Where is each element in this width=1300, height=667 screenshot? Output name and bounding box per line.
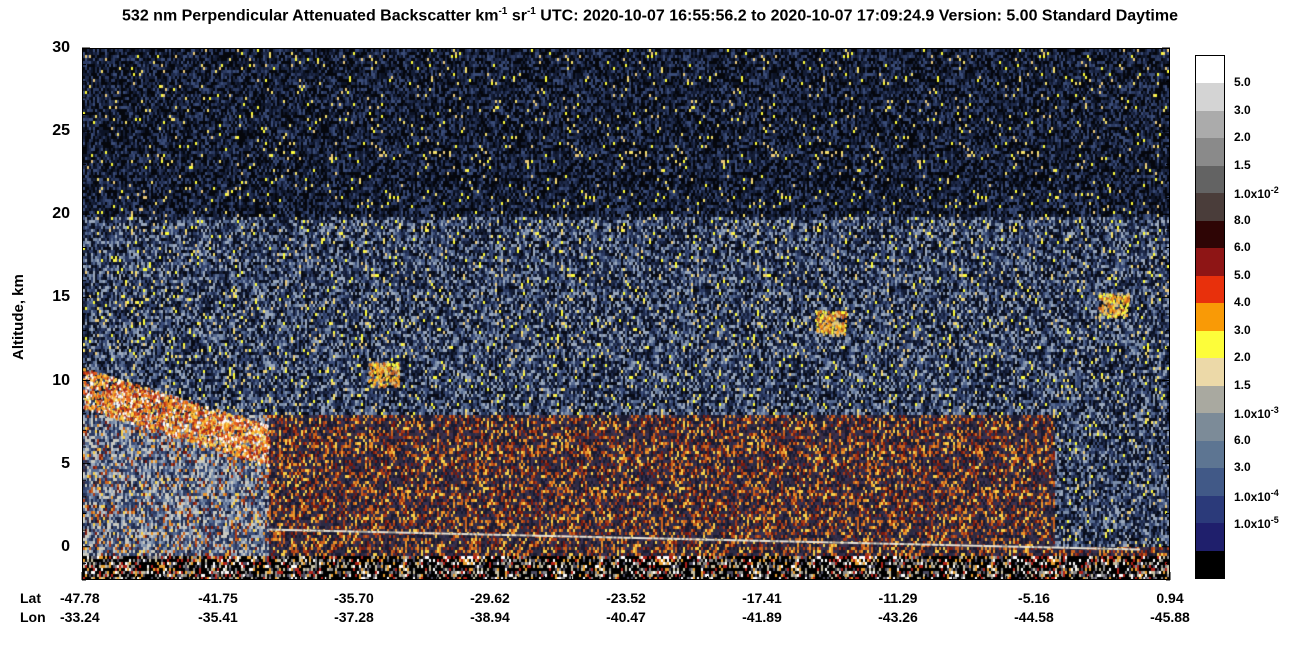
lon-tick-label: -33.24 xyxy=(60,609,100,625)
lon-tick-label: -43.26 xyxy=(878,609,918,625)
lat-tick-label: -17.41 xyxy=(742,590,782,606)
colorbar-label: 2.0 xyxy=(1234,130,1251,145)
heatmap-canvas xyxy=(83,49,1169,579)
colorbar-swatch xyxy=(1196,138,1224,167)
colorbar-label: 5.0 xyxy=(1234,75,1251,90)
y-tick-label: 15 xyxy=(52,288,70,306)
lon-tick-label: -38.94 xyxy=(470,609,510,625)
colorbar-swatch xyxy=(1196,83,1224,112)
colorbar-label: 3.0 xyxy=(1234,102,1251,117)
y-tick-label: 0 xyxy=(61,537,70,555)
y-tick-label: 5 xyxy=(61,454,70,472)
colorbar-swatch xyxy=(1196,220,1224,249)
colorbar-label: 6.0 xyxy=(1234,432,1251,447)
y-axis-label: Altitude, km xyxy=(10,274,27,360)
lon-tick-label: -37.28 xyxy=(334,609,374,625)
colorbar-label: 1.5 xyxy=(1234,377,1251,392)
colorbar-label: 1.0x10-4 xyxy=(1234,487,1279,504)
colorbar-swatch xyxy=(1196,468,1224,497)
colorbar-label: 4.0 xyxy=(1234,295,1251,310)
lat-tick-label: -41.75 xyxy=(198,590,238,606)
lon-tick-label: -40.47 xyxy=(606,609,646,625)
colorbar-label: 6.0 xyxy=(1234,240,1251,255)
lon-tick-label: -45.88 xyxy=(1150,609,1190,625)
colorbar-swatch xyxy=(1196,523,1224,552)
colorbar-label: 3.0 xyxy=(1234,460,1251,475)
lon-tick-label: -41.89 xyxy=(742,609,782,625)
title-suffix: UTC: 2020-10-07 16:55:56.2 to 2020-10-07… xyxy=(535,7,1178,25)
y-tick-label: 20 xyxy=(52,205,70,223)
colorbar-swatch xyxy=(1196,303,1224,332)
colorbar-label: 2.0 xyxy=(1234,350,1251,365)
lon-tick-label: -44.58 xyxy=(1014,609,1054,625)
colorbar-label: 1.5 xyxy=(1234,157,1251,172)
colorbar-label: 8.0 xyxy=(1234,212,1251,227)
colorbar-swatch xyxy=(1196,56,1224,84)
lat-tick-label: -35.70 xyxy=(334,590,374,606)
colorbar-label: 5.0 xyxy=(1234,267,1251,282)
y-tick-label: 10 xyxy=(52,371,70,389)
lat-tick-label: -11.29 xyxy=(878,590,918,606)
lat-row-label: Lat xyxy=(20,590,41,606)
colorbar xyxy=(1195,55,1225,579)
colorbar-swatch xyxy=(1196,358,1224,387)
lat-tick-label: -29.62 xyxy=(470,590,510,606)
colorbar-swatch xyxy=(1196,440,1224,469)
title-mid: sr xyxy=(507,7,527,25)
y-tick-label: 30 xyxy=(52,39,70,56)
colorbar-label: 3.0 xyxy=(1234,322,1251,337)
chart-title: 532 nm Perpendicular Attenuated Backscat… xyxy=(0,6,1300,25)
colorbar-swatch xyxy=(1196,110,1224,139)
colorbar-swatch xyxy=(1196,193,1224,222)
colorbar-swatch xyxy=(1196,275,1224,304)
colorbar-swatch xyxy=(1196,550,1224,579)
lat-tick-label: 0.94 xyxy=(1156,590,1184,606)
lat-tick-label: -47.78 xyxy=(60,590,100,606)
colorbar-swatch xyxy=(1196,248,1224,277)
title-exp2: -1 xyxy=(526,6,536,17)
colorbar-swatch xyxy=(1196,413,1224,442)
colorbar-swatch xyxy=(1196,165,1224,194)
colorbar-label: 1.0x10-3 xyxy=(1234,405,1279,422)
colorbar-swatch xyxy=(1196,330,1224,359)
backscatter-heatmap xyxy=(82,48,1170,580)
title-prefix: 532 nm Perpendicular Attenuated Backscat… xyxy=(122,7,499,25)
colorbar-swatch xyxy=(1196,495,1224,524)
lat-tick-label: -23.52 xyxy=(606,590,646,606)
lon-tick-label: -35.41 xyxy=(198,609,238,625)
colorbar-label: 1.0x10-2 xyxy=(1234,185,1279,202)
colorbar-label: 1.0x10-5 xyxy=(1234,515,1279,532)
y-tick-label: 25 xyxy=(52,122,70,140)
lon-row-label: Lon xyxy=(20,609,46,625)
colorbar-swatch xyxy=(1196,385,1224,414)
lat-tick-label: -5.16 xyxy=(1018,590,1050,606)
